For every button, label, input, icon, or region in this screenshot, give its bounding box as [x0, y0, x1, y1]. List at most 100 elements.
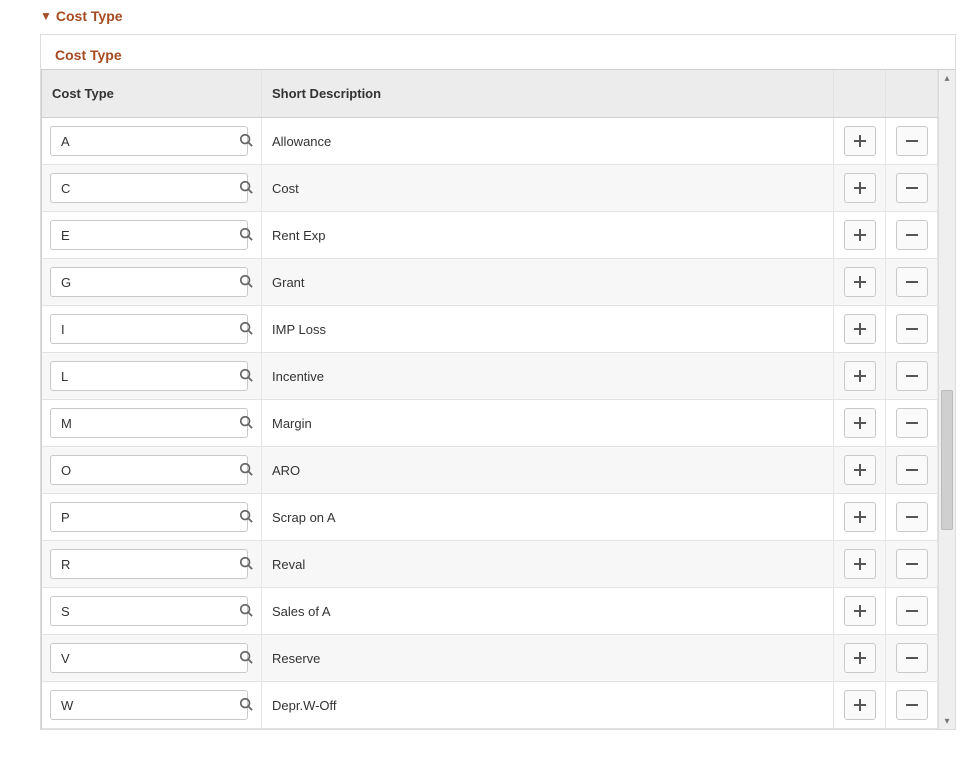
- cell-remove: [886, 165, 938, 211]
- cell-add: [834, 588, 886, 634]
- remove-row-button[interactable]: [896, 455, 928, 485]
- cell-short-description: Cost: [262, 165, 834, 211]
- search-icon[interactable]: [239, 556, 253, 573]
- cell-add: [834, 400, 886, 446]
- cell-add: [834, 447, 886, 493]
- cell-cost-type: [42, 165, 262, 211]
- add-row-button[interactable]: [844, 549, 876, 579]
- header-add-col: [834, 70, 886, 117]
- add-row-button[interactable]: [844, 126, 876, 156]
- cell-short-description: Incentive: [262, 353, 834, 399]
- cost-type-input[interactable]: [59, 650, 239, 667]
- short-description-text: Rent Exp: [272, 228, 325, 243]
- remove-row-button[interactable]: [896, 314, 928, 344]
- add-row-button[interactable]: [844, 643, 876, 673]
- header-short-description[interactable]: Short Description: [262, 70, 834, 117]
- scroll-down-icon[interactable]: ▾: [939, 713, 955, 729]
- cost-type-lookup: [50, 314, 248, 344]
- remove-row-button[interactable]: [896, 502, 928, 532]
- cost-type-input[interactable]: [59, 603, 239, 620]
- table-row: Reval: [42, 541, 938, 588]
- add-row-button[interactable]: [844, 361, 876, 391]
- table-row: Grant: [42, 259, 938, 306]
- search-icon[interactable]: [239, 697, 253, 714]
- cost-type-input[interactable]: [59, 462, 239, 479]
- remove-row-button[interactable]: [896, 126, 928, 156]
- cost-type-input[interactable]: [59, 227, 239, 244]
- cost-type-input[interactable]: [59, 556, 239, 573]
- table-row: Allowance: [42, 118, 938, 165]
- cost-type-input[interactable]: [59, 509, 239, 526]
- search-icon[interactable]: [239, 133, 253, 150]
- cell-add: [834, 165, 886, 211]
- search-icon[interactable]: [239, 180, 253, 197]
- search-icon[interactable]: [239, 321, 253, 338]
- remove-row-button[interactable]: [896, 690, 928, 720]
- short-description-text: Incentive: [272, 369, 324, 384]
- search-icon[interactable]: [239, 227, 253, 244]
- cost-type-lookup: [50, 173, 248, 203]
- cost-type-lookup: [50, 690, 248, 720]
- cost-type-input[interactable]: [59, 368, 239, 385]
- cell-add: [834, 494, 886, 540]
- section-header[interactable]: ▼ Cost Type: [40, 8, 956, 24]
- cell-cost-type: [42, 541, 262, 587]
- cost-type-lookup: [50, 596, 248, 626]
- grid-title: Cost Type: [55, 47, 955, 63]
- cost-type-input[interactable]: [59, 697, 239, 714]
- scroll-thumb[interactable]: [941, 390, 953, 530]
- add-row-button[interactable]: [844, 314, 876, 344]
- cell-remove: [886, 306, 938, 352]
- short-description-text: Reserve: [272, 651, 320, 666]
- cost-type-input[interactable]: [59, 415, 239, 432]
- add-row-button[interactable]: [844, 596, 876, 626]
- cell-short-description: Reval: [262, 541, 834, 587]
- add-row-button[interactable]: [844, 408, 876, 438]
- remove-row-button[interactable]: [896, 408, 928, 438]
- add-row-button[interactable]: [844, 173, 876, 203]
- cost-type-input[interactable]: [59, 180, 239, 197]
- cost-type-grid: Cost Type Short Description Allowance Cos…: [41, 70, 938, 729]
- search-icon[interactable]: [239, 603, 253, 620]
- search-icon[interactable]: [239, 462, 253, 479]
- cost-type-input[interactable]: [59, 133, 239, 150]
- remove-row-button[interactable]: [896, 173, 928, 203]
- search-icon[interactable]: [239, 650, 253, 667]
- add-row-button[interactable]: [844, 690, 876, 720]
- short-description-text: Allowance: [272, 134, 331, 149]
- vertical-scrollbar[interactable]: ▴ ▾: [938, 70, 955, 729]
- remove-row-button[interactable]: [896, 596, 928, 626]
- table-row: Incentive: [42, 353, 938, 400]
- add-row-button[interactable]: [844, 267, 876, 297]
- remove-row-button[interactable]: [896, 643, 928, 673]
- cell-add: [834, 118, 886, 164]
- cell-cost-type: [42, 588, 262, 634]
- cell-add: [834, 212, 886, 258]
- add-row-button[interactable]: [844, 455, 876, 485]
- add-row-button[interactable]: [844, 220, 876, 250]
- header-remove-col: [886, 70, 938, 117]
- table-row: IMP Loss: [42, 306, 938, 353]
- cost-type-lookup: [50, 455, 248, 485]
- add-row-button[interactable]: [844, 502, 876, 532]
- search-icon[interactable]: [239, 509, 253, 526]
- cost-type-lookup: [50, 502, 248, 532]
- cell-cost-type: [42, 400, 262, 446]
- remove-row-button[interactable]: [896, 549, 928, 579]
- scroll-up-icon[interactable]: ▴: [939, 70, 955, 86]
- cell-remove: [886, 400, 938, 446]
- cost-type-input[interactable]: [59, 321, 239, 338]
- cost-type-input[interactable]: [59, 274, 239, 291]
- cell-remove: [886, 118, 938, 164]
- cell-remove: [886, 494, 938, 540]
- remove-row-button[interactable]: [896, 267, 928, 297]
- remove-row-button[interactable]: [896, 220, 928, 250]
- search-icon[interactable]: [239, 368, 253, 385]
- header-cost-type[interactable]: Cost Type: [42, 70, 262, 117]
- cell-remove: [886, 212, 938, 258]
- search-icon[interactable]: [239, 274, 253, 291]
- section-title: Cost Type: [56, 8, 123, 24]
- search-icon[interactable]: [239, 415, 253, 432]
- cell-add: [834, 682, 886, 728]
- remove-row-button[interactable]: [896, 361, 928, 391]
